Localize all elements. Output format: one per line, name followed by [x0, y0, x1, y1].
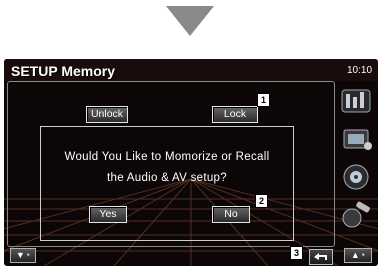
lock-button[interactable]: Lock [212, 106, 258, 123]
audio-menu-icon[interactable] [340, 86, 374, 116]
no-button[interactable]: No [212, 206, 250, 223]
clock: 10:10 [347, 65, 373, 76]
volume-down-button[interactable]: ▼◔ [10, 248, 36, 263]
callout-1: 1 [257, 93, 270, 107]
callout-3: 3 [290, 246, 303, 260]
volume-down-icon: ▼◔ [15, 250, 31, 260]
return-button[interactable] [309, 249, 333, 265]
video-menu-icon[interactable] [340, 162, 374, 192]
dialog-line-1: Would You Like to Momorize or Recall [64, 151, 270, 163]
screen-title: SETUP Memory [11, 63, 115, 79]
yes-button[interactable]: Yes [89, 206, 127, 223]
unlock-button[interactable]: Unlock [86, 106, 128, 123]
volume-up-icon: ▲◔ [350, 250, 366, 260]
down-arrow-icon [166, 6, 214, 36]
tools-menu-icon[interactable] [340, 200, 374, 230]
dialog-line-2: the Audio & AV setup? [107, 172, 227, 184]
callout-2: 2 [255, 194, 268, 208]
device-screen: SETUP Memory 10:10 Unlock Lock 1 Would Y… [4, 59, 378, 266]
volume-up-button[interactable]: ▲◔ [344, 248, 372, 263]
side-menu [340, 86, 376, 240]
setup-menu-icon[interactable] [340, 124, 374, 154]
return-icon [314, 253, 327, 260]
dialog-message: Would You Like to Momorize or Recall the… [40, 147, 294, 189]
